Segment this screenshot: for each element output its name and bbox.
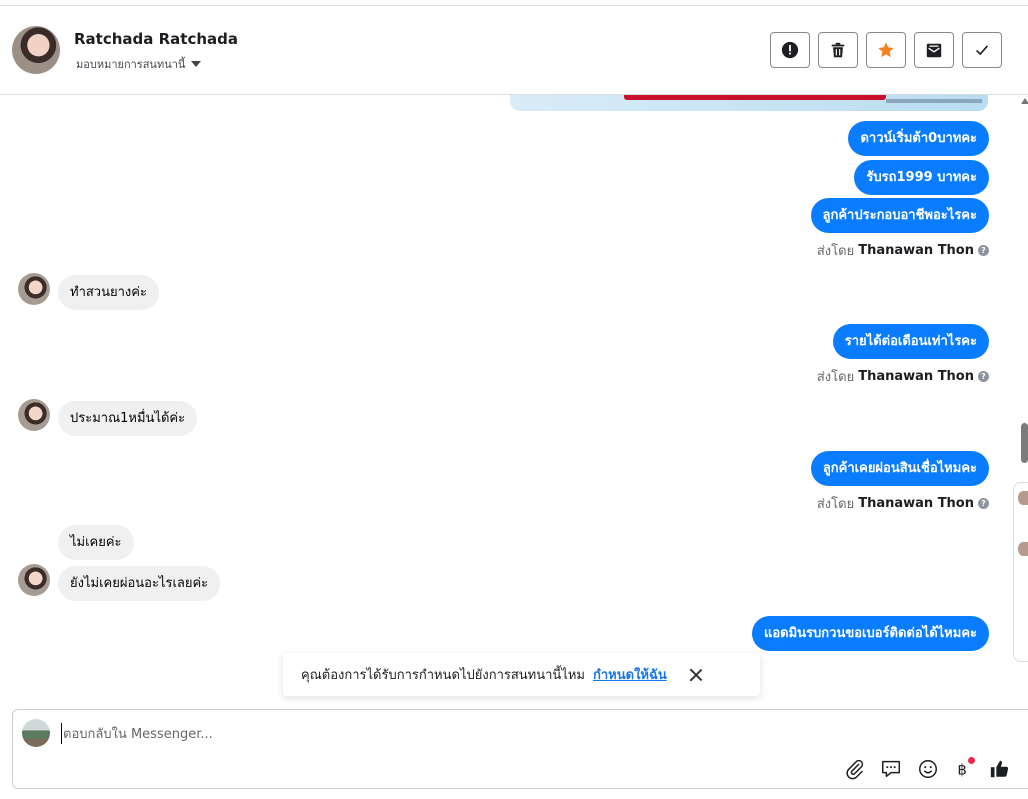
side-avatar[interactable] [1018, 491, 1028, 505]
page-avatar [22, 719, 50, 747]
promo-image-attachment[interactable] [510, 95, 988, 111]
assign-prompt-text: คุณต้องการได้รับการกำหนดไปยังการสนทนานี้… [301, 668, 585, 683]
emoji-icon [919, 760, 937, 778]
saved-replies-icon [882, 760, 900, 778]
reply-composer: ตอบกลับใน Messenger... ฿ [12, 709, 1028, 789]
thumbs-up-icon [990, 760, 1009, 778]
side-avatar[interactable] [1018, 542, 1028, 556]
sender-name: Thanawan Thon [858, 369, 974, 384]
message-incoming[interactable]: ไม่เคยค่ะ [58, 525, 134, 560]
contact-avatar-small [18, 399, 50, 431]
message-incoming[interactable]: ยังไม่เคยผ่อนอะไรเลยค่ะ [58, 566, 221, 601]
info-icon[interactable]: ? [978, 498, 989, 509]
scroll-up-arrow[interactable] [1021, 98, 1028, 104]
close-icon[interactable] [689, 668, 703, 682]
message-outgoing[interactable]: ลูกค้าประกอบอาชีพอะไรคะ [810, 198, 989, 233]
mark-done-button[interactable] [962, 32, 1002, 68]
message-outgoing[interactable]: รับรถ1999 บาทคะ [854, 160, 989, 195]
info-icon[interactable]: ? [978, 371, 989, 382]
notification-dot [968, 757, 975, 764]
contact-avatar-small [18, 564, 50, 596]
assign-to-me-link[interactable]: กำหนดให้ฉัน [593, 664, 667, 685]
sender-name: Thanawan Thon [858, 496, 974, 511]
message-incoming[interactable]: ทำสวนยางค่ะ [58, 275, 159, 310]
caret-down-icon [191, 61, 202, 67]
mark-spam-button[interactable] [770, 32, 810, 68]
mark-unread-icon [926, 43, 942, 58]
reply-input[interactable]: ตอบกลับใน Messenger... [61, 723, 213, 744]
assign-label: มอบหมายการสนทนานี้ [76, 58, 186, 71]
scrollbar-thumb[interactable] [1021, 423, 1028, 463]
assign-conversation-dropdown[interactable]: มอบหมายการสนทนานี้ [76, 55, 202, 73]
contact-avatar-small [18, 273, 50, 305]
attach-icon [846, 759, 864, 780]
mark-unread-button[interactable] [914, 32, 954, 68]
emoji-button[interactable] [916, 757, 940, 781]
star-button[interactable] [866, 32, 906, 68]
alert-icon [781, 41, 799, 59]
trash-icon [831, 42, 845, 58]
info-icon[interactable]: ? [978, 245, 989, 256]
sent-by-label: ส่งโดย Thanawan Thon ? [817, 366, 989, 387]
check-icon [976, 45, 989, 56]
sender-name: Thanawan Thon [858, 243, 974, 258]
sent-by-label: ส่งโดย Thanawan Thon ? [817, 493, 989, 514]
payment-button[interactable]: ฿ [951, 757, 975, 781]
message-outgoing[interactable]: แอดมินรบกวนขอเบอร์ติดต่อได้ไหมคะ [751, 616, 989, 651]
delete-button[interactable] [818, 32, 858, 68]
saved-replies-button[interactable] [879, 757, 903, 781]
message-outgoing[interactable]: ลูกค้าเคยผ่อนสินเชื่อไหมคะ [810, 451, 989, 486]
svg-text:฿: ฿ [958, 762, 967, 779]
star-icon [878, 42, 894, 58]
message-outgoing[interactable]: รายได้ต่อเดือนเท่าไรคะ [832, 324, 989, 359]
message-outgoing[interactable]: ดาวน์เริ่มต้า0บาทคะ [848, 121, 989, 156]
message-incoming[interactable]: ประมาณ1หมื่นได้ค่ะ [58, 401, 198, 436]
sent-by-label: ส่งโดย Thanawan Thon ? [817, 240, 989, 261]
assign-prompt-toast: คุณต้องการได้รับการกำหนดไปยังการสนทนานี้… [283, 653, 760, 696]
contact-name[interactable]: Ratchada Ratchada [74, 30, 238, 48]
message-thread[interactable]: ดาวน์เริ่มต้า0บาทคะ รับรถ1999 บาทคะ ลูกค… [0, 95, 1014, 705]
conversation-header: Ratchada Ratchada มอบหมายการสนทนานี้ [0, 6, 1028, 95]
side-panel-edge[interactable] [1013, 482, 1028, 662]
contact-avatar[interactable] [12, 26, 60, 74]
like-button[interactable] [988, 757, 1012, 781]
attach-button[interactable] [843, 757, 867, 781]
